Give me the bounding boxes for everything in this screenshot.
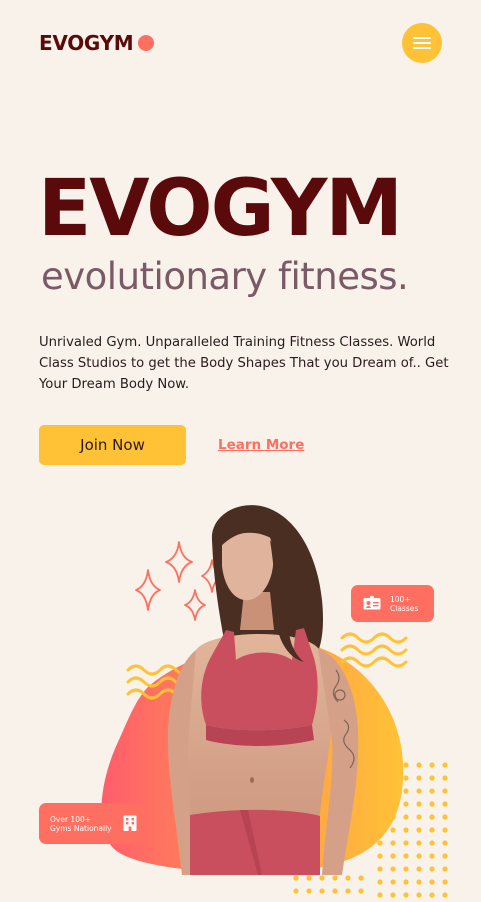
classes-count: 100+ <box>390 594 411 604</box>
join-now-button[interactable]: Join Now <box>39 425 186 465</box>
hamburger-menu-icon <box>413 37 431 49</box>
logo-dot <box>138 35 155 51</box>
building-icon <box>123 815 137 833</box>
woman-figure <box>168 505 359 875</box>
id-card-icon <box>363 595 381 612</box>
hero-description: Unrivaled Gym. Unparalleled Training Fit… <box>39 335 449 392</box>
menu-button[interactable] <box>402 23 442 63</box>
gyms-label: Gyms Nationally <box>50 823 112 833</box>
learn-more-link[interactable]: Learn More <box>218 437 304 453</box>
gyms-badge: Over 100+ Gyms Nationally <box>39 803 147 844</box>
header: EVOGYM <box>0 0 481 86</box>
classes-label: Classes <box>390 603 419 613</box>
gyms-count: Over 100+ <box>50 814 92 824</box>
hero-title: EVOGYM <box>38 164 403 254</box>
logo[interactable]: EVOGYM <box>39 31 155 55</box>
classes-badge: 100+ Classes <box>351 585 434 622</box>
logo-text: EVOGYM <box>39 31 134 55</box>
hero-subtitle: evolutionary fitness. <box>41 255 409 298</box>
sparkles <box>135 541 223 621</box>
